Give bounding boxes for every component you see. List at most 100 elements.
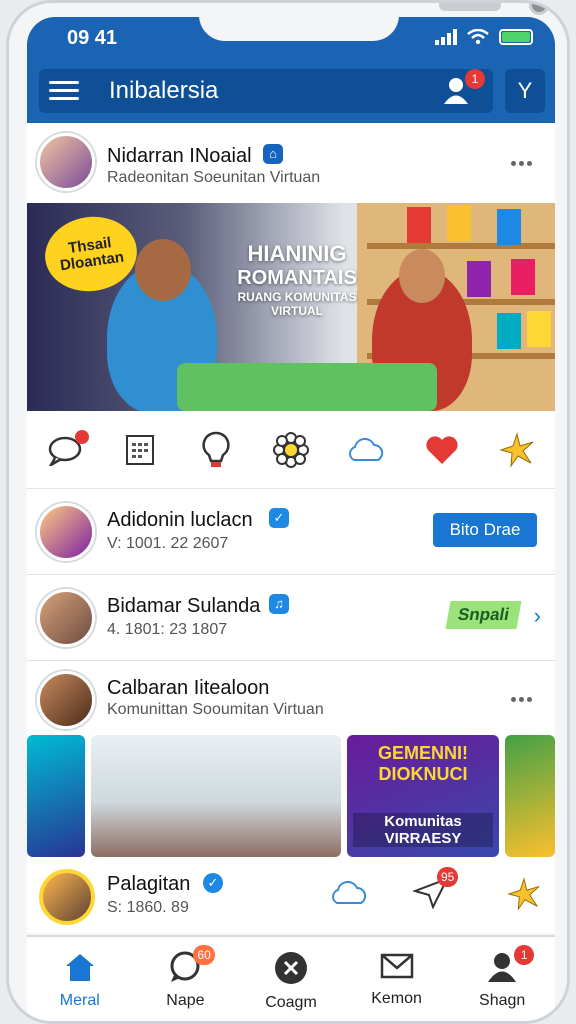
avatar[interactable] — [39, 869, 95, 925]
tab-label: Meral — [59, 992, 100, 1009]
table — [177, 363, 437, 411]
status-icons — [435, 29, 533, 45]
flower-button[interactable] — [271, 430, 311, 470]
filter-icon: Y — [517, 78, 533, 103]
tab-label: Shagn — [479, 992, 526, 1009]
author-subtitle: Komunittan Sooumitan Virtuan — [107, 701, 324, 718]
tab-home[interactable]: Meral — [32, 937, 128, 1017]
list-item[interactable]: Bidamar Sulanda ♫ 4. 1801: 23 1807 Snpal… — [27, 575, 555, 661]
post-image[interactable]: Thsail Dloantan HIANINIG ROMANTAIS RUANG… — [27, 203, 555, 411]
bottom-tab-bar: Meral 60 Nape Coagm Kemon 1 Shagn — [27, 935, 555, 1021]
tab-label: Nape — [166, 992, 205, 1009]
battery-icon — [499, 29, 533, 45]
post-header: Nidarran INoaial ⌂ Radeonitan Soeunitan … — [27, 123, 555, 203]
signal-icon — [435, 29, 457, 45]
mail-icon — [380, 953, 413, 979]
tab-profile[interactable]: 1 Shagn — [454, 937, 550, 1017]
user-meta: S: 1860. 89 — [107, 899, 189, 916]
list-item[interactable]: Adidonin luclacn ✓ V: 1001. 22 2607 Bito… — [27, 489, 555, 575]
user-name[interactable]: Palagitan — [107, 873, 190, 896]
promo-burst-text: Thsail Dloantan — [59, 234, 125, 275]
tab-messages[interactable]: Kemon — [349, 937, 445, 1017]
user-name[interactable]: Bidamar Sulanda — [107, 595, 260, 618]
book — [511, 259, 535, 295]
more-options-icon[interactable] — [511, 153, 539, 166]
gallery-tile[interactable] — [505, 735, 555, 857]
gallery-tile-event[interactable]: GEMENNI! DIOKNUCI Komunitas VIRRAESY — [347, 735, 499, 857]
cloud-icon[interactable] — [329, 879, 369, 907]
filter-button[interactable]: Y — [505, 69, 545, 113]
search-bar[interactable]: Inibalersia 1 — [39, 69, 493, 113]
avatar[interactable] — [37, 671, 95, 729]
book — [467, 261, 491, 297]
avatar[interactable] — [37, 503, 95, 561]
chevron-right-icon[interactable]: › — [534, 603, 541, 629]
user-meta: 4. 1801: 23 1807 — [107, 621, 228, 638]
shelf — [367, 243, 555, 249]
user-meta: V: 1001. 22 2607 — [107, 535, 229, 552]
bulb-icon — [201, 431, 230, 467]
status-time: 09 41 — [67, 27, 118, 49]
hero-title-line3: RUANG KOMUNITAS VIRTUAL — [237, 290, 357, 318]
comment-dot — [74, 429, 89, 444]
front-camera — [529, 3, 549, 15]
feed[interactable]: Nidarran INoaial ⌂ Radeonitan Soeunitan … — [27, 123, 555, 933]
verified-icon: ✓ — [203, 873, 223, 893]
hero-title-line1: HIANINIG — [247, 241, 347, 266]
book — [527, 311, 551, 347]
person-left-head — [135, 239, 191, 301]
notch — [199, 3, 549, 41]
calendar-icon — [126, 434, 155, 465]
verified-icon: ♫ — [269, 594, 289, 614]
book — [497, 209, 521, 245]
star-icon[interactable] — [507, 877, 541, 911]
app-title: Inibalersia — [109, 77, 219, 104]
home-icon — [65, 954, 94, 981]
author-name[interactable]: Calbaran Iitealoon — [107, 677, 269, 700]
gallery-tile[interactable] — [27, 735, 85, 857]
tab-label: Coagm — [265, 994, 317, 1011]
share-button[interactable]: 95 — [411, 867, 459, 915]
heart-icon — [426, 435, 458, 464]
menu-icon[interactable] — [49, 81, 79, 101]
tab-chat[interactable]: 60 Nape — [137, 937, 233, 1017]
verified-icon: ✓ — [269, 508, 289, 528]
avatar[interactable] — [37, 589, 95, 647]
book — [447, 205, 471, 241]
more-options-icon[interactable] — [511, 689, 539, 702]
book — [407, 207, 431, 243]
verified-icon: ⌂ — [263, 144, 283, 164]
wifi-icon — [467, 29, 489, 45]
idea-button[interactable] — [196, 430, 236, 470]
like-button[interactable] — [422, 430, 462, 470]
user-name[interactable]: Adidonin luclacn — [107, 509, 253, 532]
notification-badge: 1 — [465, 69, 485, 89]
list-item[interactable]: Palagitan ✓ S: 1860. 89 95 — [27, 863, 555, 933]
tab-badge: 60 — [193, 945, 215, 965]
hero-title: HIANINIG ROMANTAIS RUANG KOMUNITAS VIRTU… — [227, 241, 367, 318]
tile-caption: Komunitas VIRRAESY — [353, 813, 493, 847]
post-actions — [27, 411, 555, 489]
support-tag[interactable]: Snpali — [445, 601, 522, 629]
comment-button[interactable] — [45, 429, 89, 470]
flower-icon — [272, 431, 309, 468]
share-count-badge: 95 — [437, 867, 459, 887]
tab-badge: 1 — [514, 945, 535, 965]
calendar-button[interactable] — [120, 430, 160, 470]
star-button[interactable] — [497, 430, 537, 470]
gallery-tile-community[interactable] — [91, 735, 341, 857]
account-button[interactable]: 1 — [443, 69, 485, 107]
follow-button[interactable]: Bito Drae — [433, 513, 537, 547]
tile-title: GEMENNI! DIOKNUCI — [378, 743, 468, 784]
book — [497, 313, 521, 349]
tab-label: Kemon — [371, 990, 422, 1007]
tab-create[interactable]: Coagm — [243, 937, 339, 1017]
avatar[interactable] — [37, 133, 95, 191]
author-name[interactable]: Nidarran INoaial — [107, 145, 252, 168]
image-gallery[interactable]: GEMENNI! DIOKNUCI Komunitas VIRRAESY — [27, 735, 555, 859]
person-right-head — [399, 249, 445, 303]
speaker — [439, 3, 501, 11]
cloud-button[interactable] — [346, 430, 386, 470]
close-icon — [274, 952, 307, 984]
star-icon — [499, 431, 534, 468]
